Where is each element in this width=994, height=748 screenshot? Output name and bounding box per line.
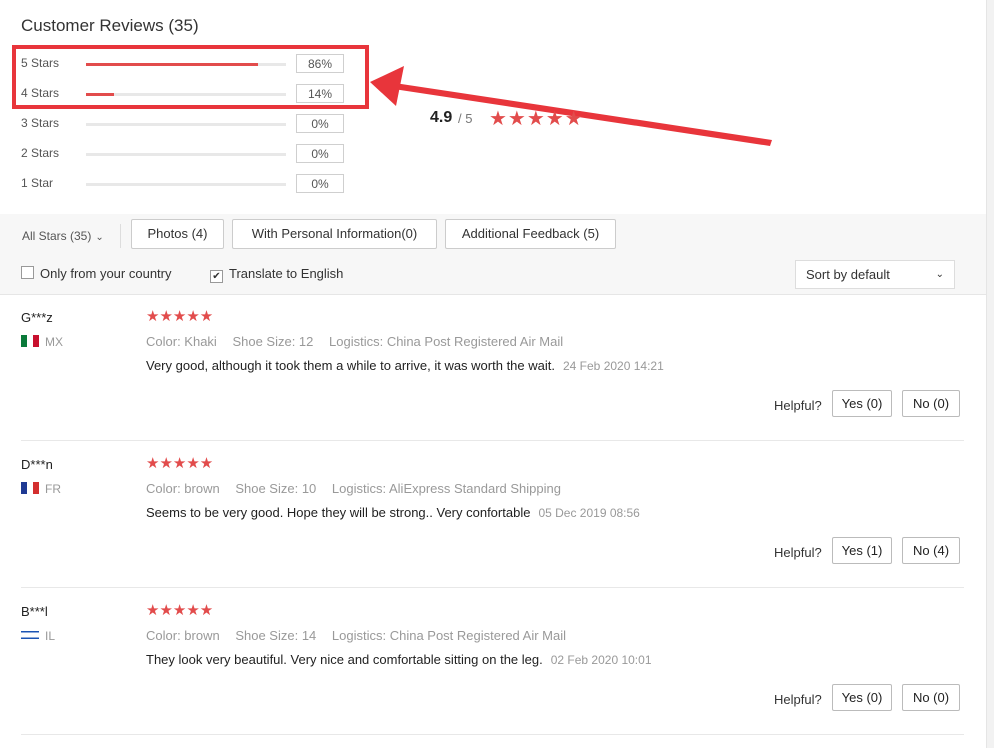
annotation-highlight-box bbox=[12, 45, 369, 109]
reviewer-name: D***n bbox=[21, 457, 53, 472]
review-text-line: They look very beautiful. Very nice and … bbox=[146, 652, 652, 667]
review-color: Color: brown bbox=[146, 481, 220, 496]
review-stars-icon: ★★★★★ bbox=[146, 308, 214, 325]
reviews-title: Customer Reviews (35) bbox=[21, 16, 199, 35]
only-country-label: Only from your country bbox=[40, 266, 172, 281]
country-code: IL bbox=[45, 629, 56, 643]
average-rating-scale: / 5 bbox=[458, 111, 473, 126]
only-country-checkbox[interactable]: Only from your country bbox=[21, 266, 172, 281]
translate-label: Translate to English bbox=[229, 266, 344, 281]
review-size: Shoe Size: 14 bbox=[235, 628, 317, 643]
rating-bar bbox=[86, 153, 286, 156]
france-flag-icon bbox=[21, 482, 39, 494]
review-item: D***n FR ★★★★★ Color: brown Shoe Size: 1… bbox=[0, 441, 986, 588]
photos-filter-button[interactable]: Photos (4) bbox=[131, 219, 224, 249]
review-text: They look very beautiful. Very nice and … bbox=[146, 652, 543, 667]
review-text-line: Very good, although it took them a while… bbox=[146, 358, 664, 373]
helpful-yes-button[interactable]: Yes (0) bbox=[832, 390, 892, 417]
review-date: 05 Dec 2019 08:56 bbox=[538, 506, 640, 520]
review-stars-icon: ★★★★★ bbox=[146, 455, 214, 472]
translate-checkbox[interactable]: ✔ Translate to English bbox=[210, 266, 343, 283]
helpful-yes-button[interactable]: Yes (0) bbox=[832, 684, 892, 711]
rating-row-3[interactable]: 3 Stars 0% bbox=[21, 112, 361, 136]
review-color: Color: Khaki bbox=[146, 334, 217, 349]
rating-label: 2 Stars bbox=[21, 146, 60, 160]
review-logistics: Logistics: China Post Registered Air Mai… bbox=[329, 334, 564, 349]
review-divider bbox=[21, 734, 964, 735]
review-meta: Color: Khaki Shoe Size: 12 Logistics: Ch… bbox=[146, 334, 575, 349]
all-stars-dropdown[interactable]: All Stars (35) ⌄ bbox=[22, 229, 104, 243]
average-rating: 4.9 bbox=[430, 109, 453, 126]
checkbox-checked-icon[interactable]: ✔ bbox=[210, 270, 223, 283]
checkbox-icon[interactable] bbox=[21, 266, 34, 279]
review-item: B***l IL ★★★★★ Color: brown Shoe Size: 1… bbox=[0, 588, 986, 735]
annotation-arrow-icon bbox=[370, 66, 772, 146]
review-logistics: Logistics: China Post Registered Air Mai… bbox=[331, 628, 567, 643]
rating-label: 1 Star bbox=[21, 176, 54, 190]
divider bbox=[120, 224, 121, 248]
helpful-yes-button[interactable]: Yes (1) bbox=[832, 537, 892, 564]
country-code: FR bbox=[45, 482, 61, 496]
review-item: G***z MX ★★★★★ Color: Khaki Shoe Size: 1… bbox=[0, 294, 986, 441]
rating-row-2[interactable]: 2 Stars 0% bbox=[21, 142, 361, 166]
rating-row-1[interactable]: 1 Star 0% bbox=[21, 172, 361, 196]
review-date: 02 Feb 2020 10:01 bbox=[550, 653, 652, 667]
helpful-label: Helpful? bbox=[774, 398, 822, 413]
chevron-down-icon: ⌄ bbox=[935, 269, 944, 280]
helpful-no-button[interactable]: No (4) bbox=[902, 537, 960, 564]
rating-percent: 0% bbox=[296, 174, 344, 193]
helpful-label: Helpful? bbox=[774, 692, 822, 707]
reviewer-name: G***z bbox=[21, 310, 53, 325]
mexico-flag-icon bbox=[21, 335, 39, 347]
page-edge bbox=[986, 0, 994, 748]
review-logistics: Logistics: AliExpress Standard Shipping bbox=[331, 481, 561, 496]
review-meta: Color: brown Shoe Size: 14 Logistics: Ch… bbox=[146, 628, 578, 643]
review-text: Very good, although it took them a while… bbox=[146, 358, 555, 373]
chevron-down-icon: ⌄ bbox=[95, 232, 104, 243]
personal-info-filter-button[interactable]: With Personal Information(0) bbox=[232, 219, 437, 249]
country-code: MX bbox=[45, 335, 63, 349]
review-color: Color: brown bbox=[146, 628, 220, 643]
review-stars-icon: ★★★★★ bbox=[146, 602, 214, 619]
sort-select[interactable]: Sort by default ⌄ bbox=[795, 260, 955, 289]
all-stars-label: All Stars (35) bbox=[22, 229, 92, 243]
reviewer-country: MX bbox=[21, 335, 63, 349]
review-text-line: Seems to be very good. Hope they will be… bbox=[146, 505, 640, 520]
review-date: 24 Feb 2020 14:21 bbox=[563, 359, 664, 373]
sort-label: Sort by default bbox=[806, 267, 890, 282]
helpful-no-button[interactable]: No (0) bbox=[902, 390, 960, 417]
rating-bar bbox=[86, 123, 286, 126]
additional-feedback-filter-button[interactable]: Additional Feedback (5) bbox=[445, 219, 616, 249]
rating-percent: 0% bbox=[296, 114, 344, 133]
helpful-label: Helpful? bbox=[774, 545, 822, 560]
review-meta: Color: brown Shoe Size: 10 Logistics: Al… bbox=[146, 481, 573, 496]
rating-label: 3 Stars bbox=[21, 116, 60, 130]
israel-flag-icon bbox=[21, 629, 39, 641]
review-size: Shoe Size: 10 bbox=[235, 481, 317, 496]
rating-bar bbox=[86, 183, 286, 186]
reviewer-name: B***l bbox=[21, 604, 48, 619]
helpful-no-button[interactable]: No (0) bbox=[902, 684, 960, 711]
review-size: Shoe Size: 12 bbox=[232, 334, 314, 349]
review-text: Seems to be very good. Hope they will be… bbox=[146, 505, 531, 520]
rating-percent: 0% bbox=[296, 144, 344, 163]
reviewer-country: IL bbox=[21, 629, 55, 643]
reviewer-country: FR bbox=[21, 482, 61, 496]
average-stars-icon: ★★★★★ bbox=[489, 108, 584, 130]
